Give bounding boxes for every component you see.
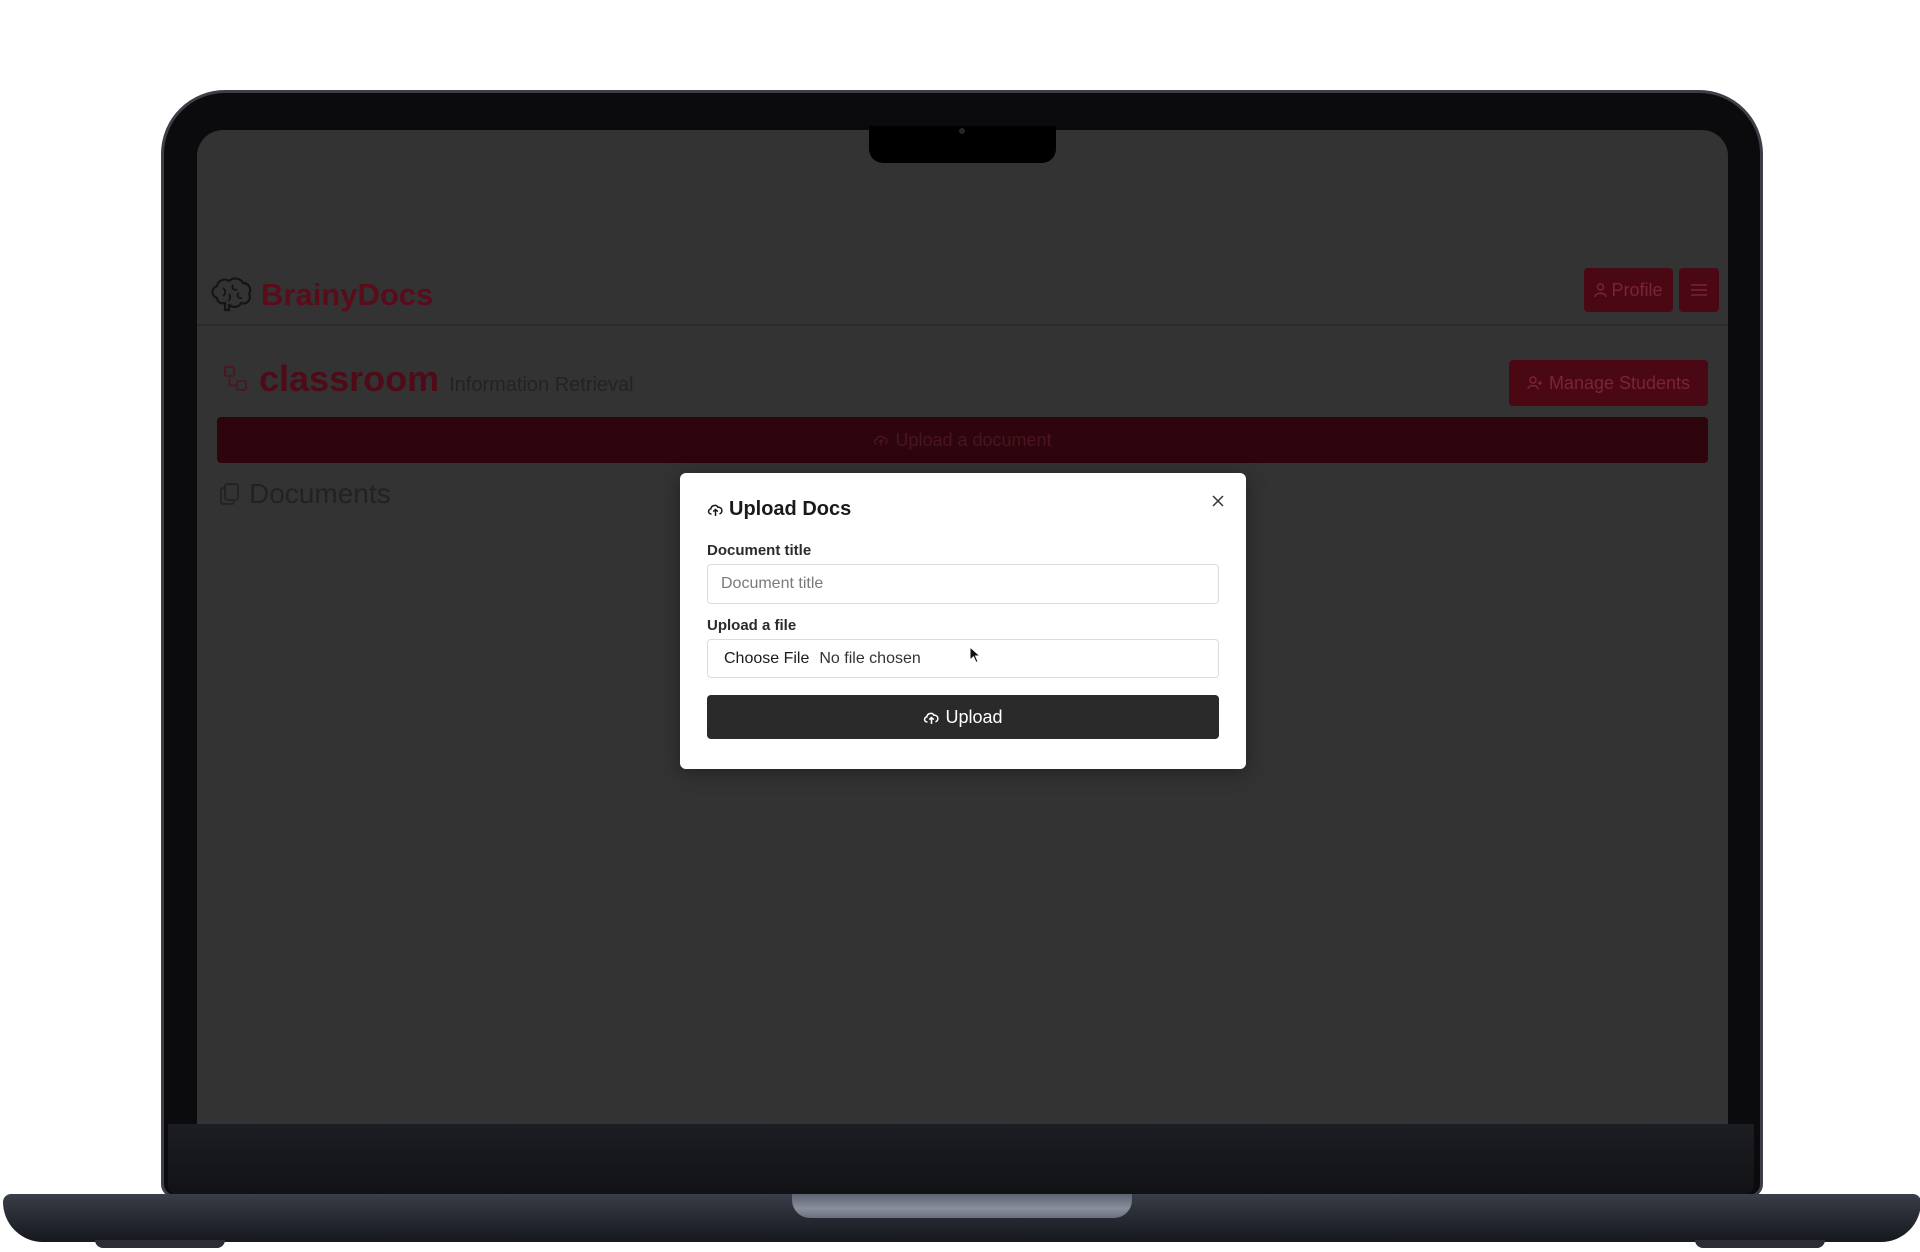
upload-docs-modal: Upload Docs Document title Upload a file… bbox=[680, 473, 1246, 769]
file-status-text: No file chosen bbox=[819, 649, 921, 667]
modal-title: Upload Docs bbox=[707, 498, 851, 521]
profile-label: Profile bbox=[1611, 279, 1663, 300]
upload-document-label: Upload a document bbox=[895, 429, 1052, 450]
cloud-upload-icon bbox=[707, 504, 723, 516]
upload-submit-label: Upload bbox=[945, 706, 1003, 727]
menu-button[interactable] bbox=[1679, 268, 1719, 312]
brand[interactable]: BrainyDocs bbox=[209, 276, 433, 314]
classroom-header: classroom Information Retrieval bbox=[223, 358, 634, 400]
brain-icon bbox=[211, 277, 252, 312]
classroom-subtitle: Information Retrieval bbox=[449, 374, 634, 396]
app-content: BrainyDocs Profile classroom Information… bbox=[197, 130, 1728, 1124]
cloud-upload-icon bbox=[924, 712, 940, 724]
laptop-foot-right bbox=[1695, 1240, 1825, 1248]
choose-file-button[interactable]: Choose File bbox=[724, 650, 809, 668]
diagram-icon bbox=[224, 366, 247, 391]
document-title-input[interactable] bbox=[707, 564, 1219, 604]
upload-file-label: Upload a file bbox=[707, 617, 797, 634]
profile-button[interactable]: Profile bbox=[1584, 268, 1673, 312]
mouse-cursor-icon bbox=[969, 646, 981, 664]
documents-heading: Documents bbox=[219, 478, 391, 510]
modal-title-text: Upload Docs bbox=[729, 498, 852, 520]
upload-document-button[interactable]: Upload a document bbox=[217, 417, 1708, 463]
user-plus-icon bbox=[1527, 376, 1542, 390]
manage-students-button[interactable]: Manage Students bbox=[1509, 360, 1708, 406]
user-icon bbox=[1594, 282, 1608, 297]
hamburger-icon bbox=[1691, 284, 1707, 296]
classroom-name: classroom bbox=[259, 358, 440, 399]
laptop-chin bbox=[168, 1124, 1754, 1196]
close-icon bbox=[1212, 495, 1224, 507]
file-input[interactable]: Choose File No file chosen bbox=[707, 639, 1219, 678]
laptop-hinge-groove bbox=[792, 1194, 1132, 1218]
camera-icon bbox=[959, 128, 965, 134]
documents-icon bbox=[220, 483, 239, 505]
laptop-foot-left bbox=[95, 1240, 225, 1248]
documents-heading-text: Documents bbox=[249, 478, 391, 509]
document-title-label: Document title bbox=[707, 542, 812, 559]
upload-submit-button[interactable]: Upload bbox=[707, 695, 1219, 739]
manage-students-label: Manage Students bbox=[1548, 372, 1691, 393]
laptop-screen: BrainyDocs Profile classroom Information… bbox=[197, 130, 1728, 1124]
close-modal-button[interactable] bbox=[1208, 491, 1228, 511]
cloud-upload-icon bbox=[874, 435, 889, 446]
navbar: BrainyDocs bbox=[197, 264, 1728, 326]
brand-name: BrainyDocs bbox=[261, 277, 434, 312]
